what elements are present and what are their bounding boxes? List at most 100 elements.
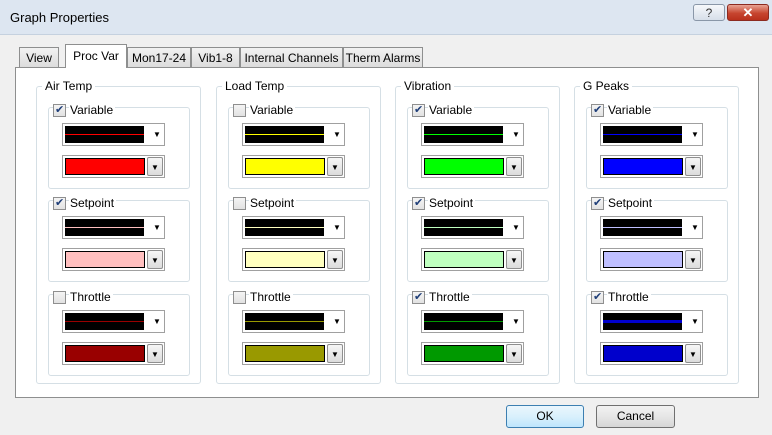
line-style-preview [65, 126, 144, 143]
color-picker-load-temp-variable[interactable]: ▼ [242, 155, 345, 178]
line-style-dropdown-g-peaks-setpoint[interactable]: ▼ [600, 216, 703, 239]
color-picker-g-peaks-throttle[interactable]: ▼ [600, 342, 703, 365]
line-style-preview [603, 313, 682, 330]
ok-button[interactable]: OK [506, 405, 584, 428]
color-dropdown-button[interactable]: ▼ [685, 344, 701, 363]
line-sample [603, 227, 682, 228]
color-dropdown-button[interactable]: ▼ [327, 157, 343, 176]
color-dropdown-button[interactable]: ▼ [506, 250, 522, 269]
color-dropdown-button[interactable]: ▼ [147, 250, 163, 269]
line-style-dropdown-air-temp-throttle[interactable]: ▼ [62, 310, 165, 333]
tab-vib1-8[interactable]: Vib1-8 [191, 47, 240, 67]
color-dropdown-button[interactable]: ▼ [147, 157, 163, 176]
dropdown-arrow-icon: ▼ [333, 317, 341, 326]
line-sample [65, 321, 144, 322]
checkbox-air-temp-variable[interactable] [53, 103, 66, 117]
dropdown-arrow-icon: ▼ [510, 163, 518, 172]
title-bar: Graph Properties ? ✕ [0, 0, 772, 35]
checkbox-air-temp-setpoint[interactable] [53, 196, 66, 210]
color-picker-air-temp-variable[interactable]: ▼ [62, 155, 165, 178]
color-dropdown-button[interactable]: ▼ [685, 250, 701, 269]
color-swatch [245, 251, 325, 268]
dropdown-arrow-icon: ▼ [689, 163, 697, 172]
color-swatch [424, 158, 504, 175]
line-style-dropdown-load-temp-variable[interactable]: ▼ [242, 123, 345, 146]
color-picker-vibration-setpoint[interactable]: ▼ [421, 248, 524, 271]
color-dropdown-button[interactable]: ▼ [506, 157, 522, 176]
checkbox-g-peaks-throttle[interactable] [591, 290, 604, 304]
line-style-preview [424, 126, 503, 143]
line-style-dropdown-g-peaks-throttle[interactable]: ▼ [600, 310, 703, 333]
color-picker-g-peaks-variable[interactable]: ▼ [600, 155, 703, 178]
color-picker-air-temp-throttle[interactable]: ▼ [62, 342, 165, 365]
color-picker-vibration-throttle[interactable]: ▼ [421, 342, 524, 365]
color-swatch [65, 345, 145, 362]
cancel-button[interactable]: Cancel [596, 405, 675, 428]
color-dropdown-button[interactable]: ▼ [327, 250, 343, 269]
tab-therm-alarms[interactable]: Therm Alarms [343, 47, 423, 67]
dropdown-arrow-icon: ▼ [689, 350, 697, 359]
line-style-preview [65, 219, 144, 236]
dropdown-arrow-icon: ▼ [151, 256, 159, 265]
group-label-load-temp: Load Temp [222, 79, 288, 93]
color-dropdown-button[interactable]: ▼ [506, 344, 522, 363]
checkbox-label-vibration-variable: Variable [428, 103, 475, 117]
checkbox-label-load-temp-setpoint: Setpoint [249, 196, 297, 210]
checkbox-load-temp-variable[interactable] [233, 104, 246, 117]
tab-internal-channels[interactable]: Internal Channels [240, 47, 343, 67]
close-button[interactable]: ✕ [727, 4, 769, 21]
color-swatch [603, 251, 683, 268]
line-style-dropdown-load-temp-throttle[interactable]: ▼ [242, 310, 345, 333]
line-sample [245, 134, 324, 135]
line-style-dropdown-vibration-setpoint[interactable]: ▼ [421, 216, 524, 239]
tab-view[interactable]: View [19, 47, 59, 67]
color-dropdown-button[interactable]: ▼ [685, 157, 701, 176]
tab-mon17-24[interactable]: Mon17-24 [127, 47, 191, 67]
checkbox-load-temp-throttle[interactable] [233, 291, 246, 304]
line-sample [65, 134, 144, 135]
line-style-dropdown-load-temp-setpoint[interactable]: ▼ [242, 216, 345, 239]
checkbox-vibration-variable[interactable] [412, 103, 425, 117]
line-style-preview [245, 313, 324, 330]
checkbox-label-air-temp-throttle: Throttle [69, 290, 113, 304]
checkbox-vibration-throttle[interactable] [412, 290, 425, 304]
color-dropdown-button[interactable]: ▼ [147, 344, 163, 363]
color-picker-load-temp-setpoint[interactable]: ▼ [242, 248, 345, 271]
line-style-dropdown-air-temp-setpoint[interactable]: ▼ [62, 216, 165, 239]
dropdown-arrow-icon: ▼ [151, 350, 159, 359]
dropdown-arrow-icon: ▼ [512, 317, 520, 326]
color-picker-air-temp-setpoint[interactable]: ▼ [62, 248, 165, 271]
dropdown-arrow-icon: ▼ [510, 256, 518, 265]
checkbox-label-g-peaks-throttle: Throttle [607, 290, 651, 304]
line-style-preview [245, 126, 324, 143]
checkbox-label-load-temp-variable: Variable [249, 103, 296, 117]
line-sample [603, 320, 682, 323]
tab-proc-var[interactable]: Proc Var [65, 44, 127, 68]
checkbox-load-temp-setpoint[interactable] [233, 197, 246, 210]
line-sample [424, 134, 503, 135]
dropdown-arrow-icon: ▼ [691, 317, 699, 326]
line-sample [424, 321, 503, 322]
checkbox-air-temp-throttle[interactable] [53, 291, 66, 304]
dropdown-arrow-icon: ▼ [153, 130, 161, 139]
line-style-dropdown-vibration-throttle[interactable]: ▼ [421, 310, 524, 333]
dropdown-arrow-icon: ▼ [331, 256, 339, 265]
checkbox-g-peaks-setpoint[interactable] [591, 196, 604, 210]
color-swatch [603, 345, 683, 362]
color-picker-g-peaks-setpoint[interactable]: ▼ [600, 248, 703, 271]
line-sample [245, 321, 324, 322]
color-picker-load-temp-throttle[interactable]: ▼ [242, 342, 345, 365]
checkbox-label-vibration-throttle: Throttle [428, 290, 472, 304]
checkbox-label-air-temp-setpoint: Setpoint [69, 196, 117, 210]
checkbox-label-vibration-setpoint: Setpoint [428, 196, 476, 210]
color-dropdown-button[interactable]: ▼ [327, 344, 343, 363]
line-style-dropdown-g-peaks-variable[interactable]: ▼ [600, 123, 703, 146]
line-style-dropdown-air-temp-variable[interactable]: ▼ [62, 123, 165, 146]
color-picker-vibration-variable[interactable]: ▼ [421, 155, 524, 178]
checkbox-g-peaks-variable[interactable] [591, 103, 604, 117]
group-label-air-temp: Air Temp [42, 79, 96, 93]
line-style-dropdown-vibration-variable[interactable]: ▼ [421, 123, 524, 146]
help-button[interactable]: ? [693, 4, 725, 21]
checkbox-vibration-setpoint[interactable] [412, 196, 425, 210]
dropdown-arrow-icon: ▼ [331, 350, 339, 359]
